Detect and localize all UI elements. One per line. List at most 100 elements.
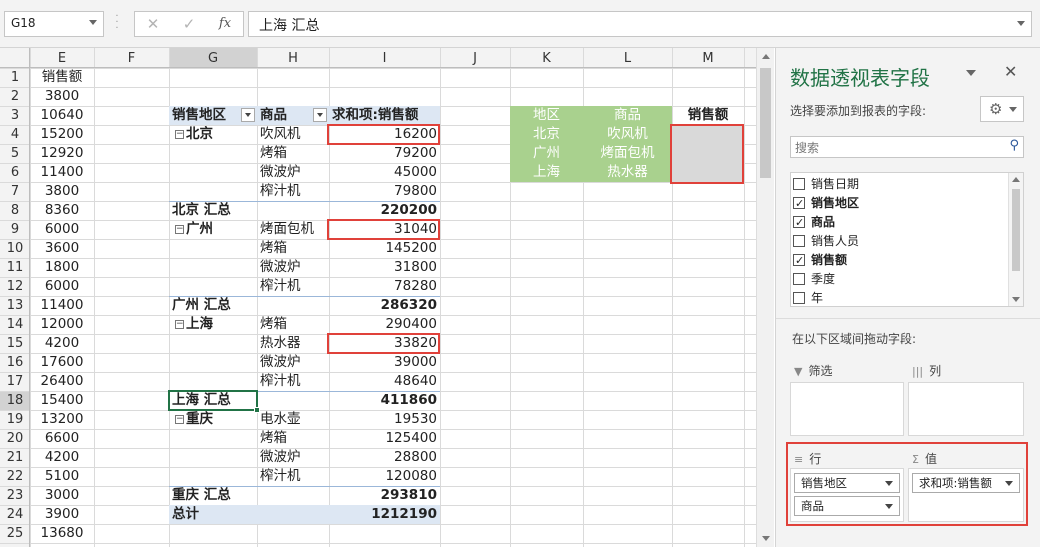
lookup-region-cell[interactable]: 广州 [510,144,583,163]
pivot-product-cell[interactable]: 榨汁机 [257,372,329,391]
row-header[interactable]: 7 [0,182,30,201]
sales-cell[interactable]: 10640 [30,106,94,125]
field-item[interactable]: 季度 [793,270,835,289]
field-item[interactable]: 销售地区 [793,194,859,213]
row-header[interactable]: 15 [0,334,30,353]
scroll-down-icon[interactable] [1012,297,1020,302]
pivot-region-cell[interactable]: − 北京 [169,125,257,144]
column-header[interactable]: F [94,50,169,68]
lookup-product-cell[interactable]: 热水器 [583,163,672,182]
pivot-value-cell[interactable]: 290400 [329,315,440,334]
pivot-product-cell[interactable]: 微波炉 [257,258,329,277]
sales-cell[interactable]: 17600 [30,353,94,372]
sales-cell[interactable]: 12000 [30,315,94,334]
enter-icon[interactable]: ✓ [177,15,201,33]
sales-cell[interactable]: 3600 [30,239,94,258]
sales-cell[interactable]: 3900 [30,505,94,524]
column-header[interactable]: K [510,50,583,68]
sales-cell[interactable]: 6000 [30,277,94,296]
pivot-subtotal-label[interactable]: 北京 汇总 [169,201,257,220]
field-item[interactable]: 销售额 [793,251,847,270]
sales-cell[interactable]: 11400 [30,163,94,182]
sales-cell[interactable]: 3800 [30,87,94,106]
pivot-product-cell[interactable]: 热水器 [257,334,329,353]
pivot-value-cell[interactable]: 79200 [329,144,440,163]
column-header[interactable]: G [169,50,257,68]
column-header[interactable]: I [329,50,440,68]
pivot-product-cell[interactable]: 微波炉 [257,448,329,467]
sales-cell[interactable]: 6000 [30,220,94,239]
row-header[interactable]: 13 [0,296,30,315]
lookup-header-product[interactable]: 商品 [583,106,672,125]
formula-input[interactable]: 上海 汇总 [248,11,1032,37]
column-header[interactable]: M [672,50,744,68]
pivot-value-cell[interactable]: 48640 [329,372,440,391]
name-box[interactable]: G18 [4,11,104,37]
sales-cell[interactable]: 3800 [30,182,94,201]
region-filter-button[interactable] [241,108,255,122]
pivot-product-cell[interactable]: 榨汁机 [257,467,329,486]
column-header[interactable]: J [440,50,510,68]
scroll-thumb[interactable] [1012,189,1020,271]
pivot-subtotal-value[interactable]: 411860 [329,391,440,410]
pivot-product-cell[interactable]: 电水壶 [257,410,329,429]
pivot-product-cell[interactable]: 榨汁机 [257,277,329,296]
collapse-icon[interactable]: − [175,319,184,329]
pivot-subtotal-value[interactable]: 220200 [329,201,440,220]
row-header[interactable]: 22 [0,467,30,486]
lookup-region-cell[interactable]: 上海 [510,163,583,182]
pivot-subtotal-label[interactable]: 重庆 汇总 [169,486,257,505]
row-header[interactable]: 11 [0,258,30,277]
columns-drop-area[interactable] [908,382,1024,436]
sales-cell[interactable]: 13200 [30,410,94,429]
insert-function-button[interactable]: fx [213,15,237,33]
vertical-scrollbar[interactable] [756,48,774,547]
pivot-value-cell[interactable]: 120080 [329,467,440,486]
pivot-subtotal-label[interactable]: 广州 汇总 [169,296,257,315]
scroll-up-icon[interactable] [1012,177,1020,182]
field-checkbox[interactable] [793,178,805,190]
scroll-down-icon[interactable] [762,536,770,541]
row-header[interactable]: 14 [0,315,30,334]
lookup-region-cell[interactable]: 北京 [510,125,583,144]
field-item[interactable]: 年 [793,289,823,308]
row-header[interactable]: 10 [0,239,30,258]
pivot-product-cell[interactable]: 烤箱 [257,429,329,448]
row-header[interactable]: 1 [0,68,30,87]
field-checkbox[interactable] [793,292,805,304]
field-search-input[interactable]: 搜索 ⚲ [790,136,1024,158]
row-header[interactable]: 2 [0,87,30,106]
sales-cell[interactable]: 13680 [30,524,94,543]
row-header[interactable]: 25 [0,524,30,543]
pivot-product-cell[interactable]: 烤箱 [257,315,329,334]
column-header[interactable]: H [257,50,329,68]
pivot-product-cell[interactable]: 烤面包机 [257,220,329,239]
tools-button[interactable]: ⚙ [980,96,1024,122]
pivot-region-cell[interactable]: − 上海 [169,315,257,334]
lookup-header-region[interactable]: 地区 [510,106,583,125]
pivot-value-cell[interactable]: 31800 [329,258,440,277]
pane-options-dropdown-icon[interactable] [966,70,976,76]
column-header[interactable]: L [583,50,672,68]
field-checkbox[interactable] [793,251,805,270]
row-header[interactable]: 17 [0,372,30,391]
pivot-product-cell[interactable]: 烤箱 [257,239,329,258]
field-item[interactable]: 销售人员 [793,232,859,251]
pivot-product-cell[interactable]: 微波炉 [257,163,329,182]
pivot-region-cell[interactable]: − 重庆 [169,410,257,429]
row-header[interactable]: 6 [0,163,30,182]
sales-cell[interactable]: 1800 [30,258,94,277]
expand-formula-icon[interactable] [1017,21,1025,26]
pivot-value-cell[interactable]: 45000 [329,163,440,182]
field-list-scrollbar[interactable] [1008,173,1023,306]
pivot-region-cell[interactable]: − 广州 [169,220,257,239]
row-header[interactable]: 3 [0,106,30,125]
row-header[interactable]: 24 [0,505,30,524]
row-header[interactable]: 8 [0,201,30,220]
sales-cell[interactable]: 26400 [30,372,94,391]
pivot-product-cell[interactable]: 榨汁机 [257,182,329,201]
sales-cell[interactable]: 5100 [30,467,94,486]
field-item[interactable]: 销售日期 [793,175,859,194]
pivot-value-cell[interactable]: 79800 [329,182,440,201]
pivot-subtotal-value[interactable]: 286320 [329,296,440,315]
